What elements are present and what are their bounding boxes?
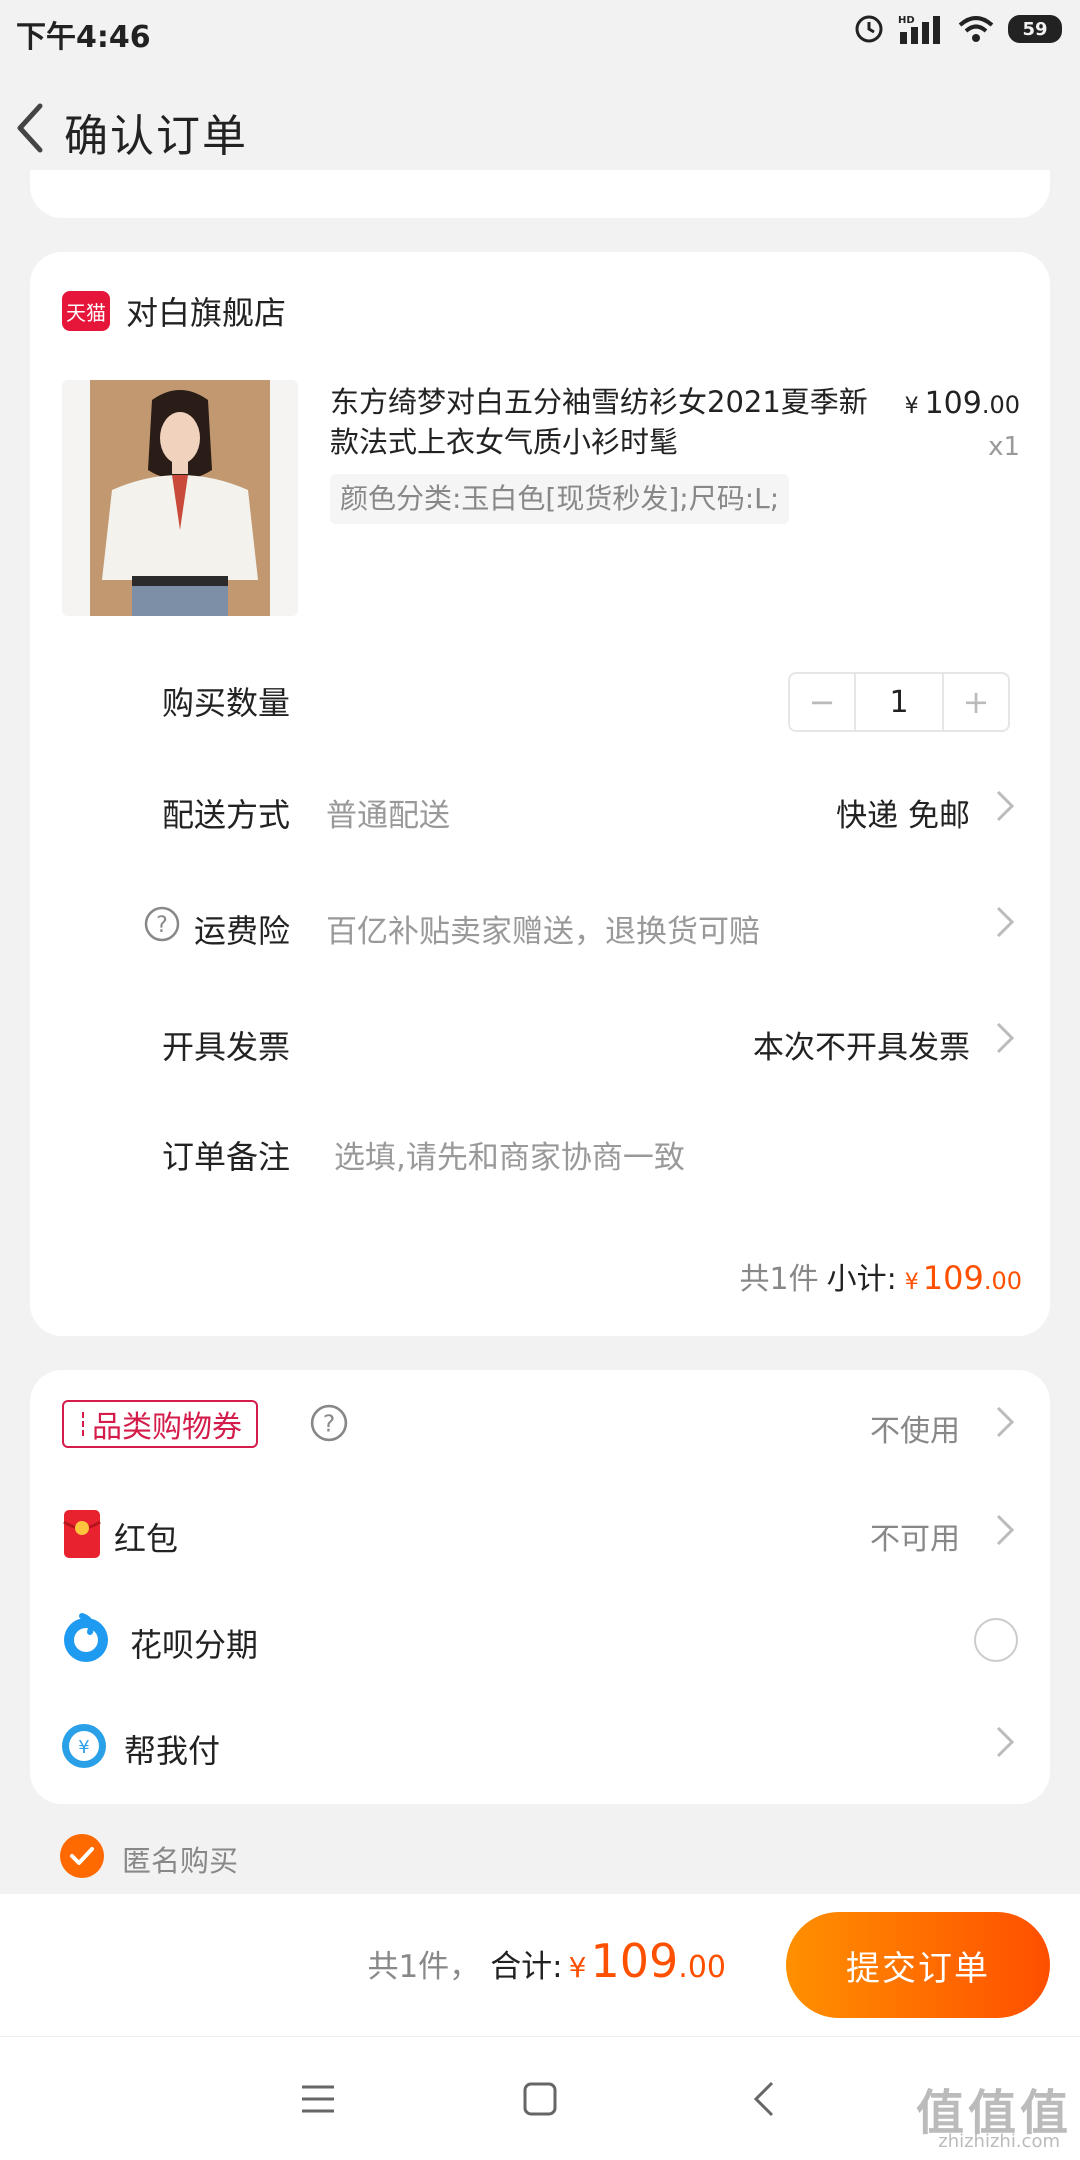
total-count: 共1件， bbox=[367, 1949, 481, 1985]
submit-order-button[interactable]: 提交订单 bbox=[786, 1912, 1050, 2018]
anonymous-label: 匿名购买 bbox=[122, 1844, 239, 1878]
subtotal-currency: ¥ bbox=[904, 1270, 919, 1295]
insurance-sub[interactable]: 百亿补贴卖家赠送，退换货可赔 bbox=[326, 906, 760, 951]
help-pay-icon-symbol: ¥ bbox=[78, 1737, 89, 1758]
note-input[interactable]: 选填,请先和商家协商一致 bbox=[334, 1132, 685, 1177]
total-currency: ¥ bbox=[568, 1951, 587, 1984]
huabei-label: 花呗分期 bbox=[130, 1626, 259, 1664]
subtotal-int: 109 bbox=[922, 1259, 984, 1297]
product-title[interactable]: 东方绮梦对白五分袖雪纺衫女2021夏季新款法式上衣女气质小衫时髦 bbox=[330, 382, 870, 462]
svg-text:?: ? bbox=[323, 1410, 335, 1437]
price-dec: .00 bbox=[981, 391, 1020, 419]
product-price: ¥109.00 bbox=[905, 386, 1020, 421]
chevron-right-icon[interactable] bbox=[994, 1020, 1016, 1056]
menu-icon[interactable] bbox=[296, 2077, 340, 2121]
chevron-right-icon[interactable] bbox=[994, 1512, 1016, 1548]
subtotal-count: 共1件 bbox=[739, 1262, 819, 1297]
home-icon[interactable] bbox=[518, 2077, 562, 2121]
increase-button[interactable]: + bbox=[944, 674, 1008, 730]
subtotal-dec: .00 bbox=[983, 1267, 1022, 1295]
subtotal: 共1件 小计: ¥109.00 bbox=[740, 1254, 1022, 1298]
status-bar: 下午4:46 HD 59 bbox=[0, 0, 1080, 60]
total-int: 109 bbox=[590, 1934, 679, 1988]
coupon-value[interactable]: 不使用 bbox=[870, 1406, 960, 1450]
status-icons: HD 59 bbox=[854, 14, 1062, 44]
insurance-label: 运费险 bbox=[194, 912, 291, 950]
product-spec[interactable]: 颜色分类:玉白色[现货秒发];尺码:L; bbox=[330, 474, 790, 524]
checkmark-icon bbox=[70, 1847, 94, 1865]
battery-indicator: 59 bbox=[1008, 15, 1062, 43]
alarm-icon bbox=[855, 15, 883, 43]
system-nav-bar: 值值值 zhizhizhi.com bbox=[0, 2036, 1080, 2160]
back-arrow-icon[interactable] bbox=[10, 98, 50, 158]
subtotal-amount: ¥109.00 bbox=[905, 1259, 1022, 1297]
chevron-right-icon[interactable] bbox=[994, 788, 1016, 824]
chevron-right-icon[interactable] bbox=[994, 1404, 1016, 1440]
help-pay-label[interactable]: 帮我付 bbox=[124, 1726, 220, 1772]
status-time: 下午4:46 bbox=[16, 20, 151, 55]
product-image[interactable] bbox=[62, 380, 298, 616]
delivery-label: 配送方式 bbox=[162, 796, 291, 834]
red-packet-value[interactable]: 不可用 bbox=[870, 1514, 960, 1558]
product-quantity: x1 bbox=[988, 432, 1020, 462]
help-icon[interactable]: ? bbox=[144, 906, 180, 942]
price-currency: ¥ bbox=[904, 394, 919, 419]
hd-label: HD bbox=[898, 15, 915, 26]
note-label: 订单备注 bbox=[162, 1138, 291, 1176]
invoice-label: 开具发票 bbox=[162, 1028, 291, 1066]
huabei-icon bbox=[64, 1613, 108, 1662]
chevron-right-icon[interactable] bbox=[994, 904, 1016, 940]
address-card-edge bbox=[30, 170, 1050, 218]
total-amount: ¥109.00 bbox=[569, 1934, 726, 1988]
payment-card: 品类购物券 ? 不使用 红包 不可用 花呗分期 ¥ 帮我付 bbox=[30, 1370, 1050, 1804]
back-icon[interactable] bbox=[744, 2077, 788, 2121]
total-label: 合计: bbox=[490, 1949, 563, 1985]
signal-icon: HD bbox=[898, 15, 940, 44]
help-pay-icon: ¥ bbox=[62, 1724, 106, 1768]
price-int: 109 bbox=[924, 386, 982, 421]
quantity-stepper: − 1 + bbox=[788, 672, 1010, 732]
anonymous-checkbox[interactable] bbox=[60, 1834, 104, 1878]
watermark-url: zhizhizhi.com bbox=[938, 2131, 1060, 2152]
delivery-sub: 普通配送 bbox=[326, 798, 450, 834]
svg-text:?: ? bbox=[156, 913, 168, 938]
tmall-logo: 天猫 bbox=[62, 291, 110, 331]
delivery-value[interactable]: 快递 免邮 bbox=[836, 790, 970, 835]
huabei-radio[interactable] bbox=[974, 1618, 1018, 1662]
quantity-value[interactable]: 1 bbox=[854, 674, 944, 730]
wifi-icon bbox=[958, 16, 994, 42]
product-photo-illustration bbox=[90, 380, 270, 616]
coupon-tag[interactable]: 品类购物券 bbox=[62, 1400, 258, 1448]
subtotal-label: 小计: bbox=[826, 1262, 897, 1297]
page-title: 确认订单 bbox=[64, 111, 248, 162]
store-name: 对白旗舰店 bbox=[126, 294, 287, 332]
invoice-value[interactable]: 本次不开具发票 bbox=[753, 1022, 970, 1067]
total-summary: 共1件， 合计: ¥109.00 bbox=[367, 1934, 726, 1988]
help-icon[interactable]: ? bbox=[310, 1404, 348, 1442]
total-dec: .00 bbox=[678, 1950, 726, 1985]
chevron-right-icon[interactable] bbox=[994, 1724, 1016, 1760]
bottom-bar: 共1件， 合计: ¥109.00 提交订单 bbox=[0, 1894, 1080, 2036]
store-row[interactable]: 天猫 对白旗舰店 bbox=[62, 288, 286, 334]
order-card: 天猫 对白旗舰店 东方绮梦对白五分袖雪纺衫女2021夏季新款法式上衣女气质小衫时… bbox=[30, 252, 1050, 1336]
red-packet-label: 红包 bbox=[114, 1520, 179, 1558]
decrease-button[interactable]: − bbox=[790, 674, 854, 730]
quantity-label: 购买数量 bbox=[162, 684, 291, 722]
red-packet-icon bbox=[63, 1510, 101, 1558]
